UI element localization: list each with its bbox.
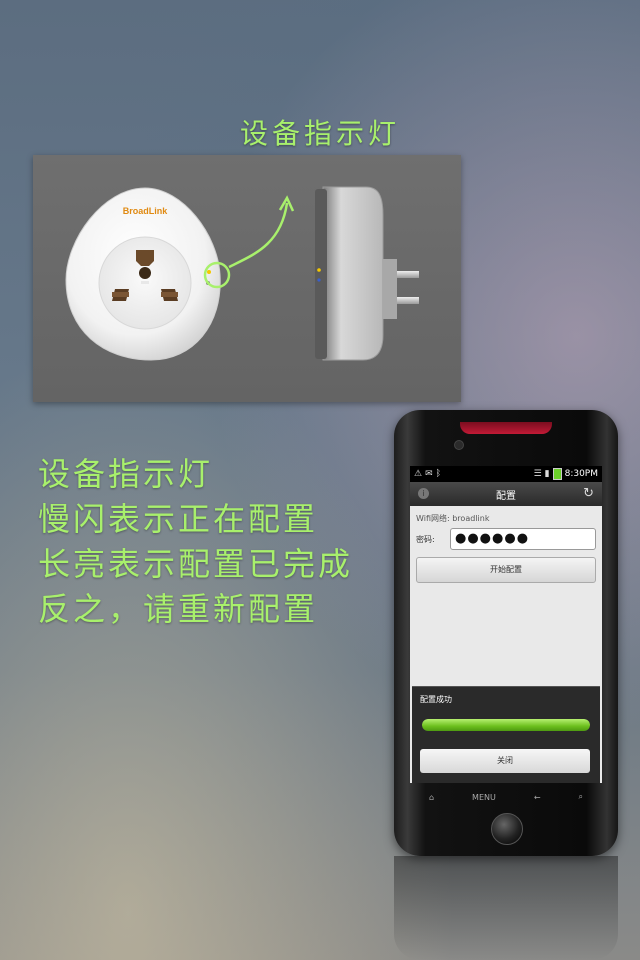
success-dialog: 配置成功 关闭	[412, 686, 600, 783]
progress-bar	[422, 719, 590, 731]
phone-reflection	[394, 856, 618, 960]
info-icon[interactable]: i	[418, 488, 429, 499]
indicator-light-icon	[207, 270, 211, 274]
wifi-network-label: Wifi网络: broadlink	[416, 514, 490, 523]
signal-icon: ▮	[544, 469, 550, 479]
app-title-bar: i 配置 ↻	[410, 482, 602, 506]
mail-icon: ✉	[425, 469, 433, 479]
plug-side-body	[322, 186, 384, 361]
back-icon[interactable]: ←	[534, 793, 541, 802]
speaker-grille	[460, 422, 552, 434]
phone-mockup: ⚠ ✉ ᛒ ☰ ▮ 8:30PM i 配置 ↻ Wifi网络: broadlin…	[394, 410, 618, 856]
hardware-nav-keys: ⌂ MENU ← ⌕	[410, 790, 602, 804]
password-input[interactable]: ●●●●●●	[450, 528, 596, 550]
instruction-line: 长亮表示配置已完成	[38, 545, 354, 583]
smart-plug-illustration: BroadLink	[65, 186, 419, 361]
phone-screen: ⚠ ✉ ᛒ ☰ ▮ 8:30PM i 配置 ↻ Wifi网络: broadlin…	[410, 466, 602, 783]
password-row: 密码: ●●●●●●	[416, 528, 596, 550]
device-photo: BroadLink	[33, 155, 461, 402]
instruction-text: 设备指示灯 慢闪表示正在配置 长亮表示配置已完成 反之，请重新配置	[38, 452, 353, 632]
page-title: 设备指示灯	[239, 117, 400, 150]
arrow-curve	[228, 202, 289, 269]
camera-icon	[454, 440, 464, 450]
status-time: 8:30PM	[564, 469, 598, 479]
battery-icon	[552, 468, 562, 480]
instruction-line: 慢闪表示正在配置	[38, 500, 319, 538]
close-button[interactable]: 关闭	[420, 749, 590, 773]
plug-pin-bottom	[397, 297, 419, 304]
start-config-button[interactable]: 开始配置	[416, 557, 596, 583]
dialog-title: 配置成功	[420, 695, 452, 704]
home-icon[interactable]: ⌂	[429, 793, 434, 802]
wifi-icon: ☰	[533, 469, 542, 479]
app-title: 配置	[496, 490, 516, 502]
instruction-line: 设备指示灯	[38, 455, 214, 493]
password-label: 密码:	[416, 534, 435, 544]
bluetooth-icon: ᛒ	[435, 469, 442, 479]
refresh-icon[interactable]: ↻	[583, 486, 594, 501]
brand-logo: BroadLink	[123, 206, 168, 216]
search-icon[interactable]: ⌕	[579, 792, 583, 802]
menu-key[interactable]: MENU	[472, 793, 496, 802]
plug-pin-top	[397, 271, 419, 278]
trackball[interactable]	[491, 813, 523, 845]
instruction-line: 反之，请重新配置	[38, 590, 319, 628]
plug-side-edge	[315, 189, 327, 359]
config-form: Wifi网络: broadlink 密码: ●●●●●● 开始配置	[410, 506, 602, 583]
status-bar: ⚠ ✉ ᛒ ☰ ▮ 8:30PM	[410, 466, 602, 482]
warning-icon: ⚠	[414, 469, 423, 479]
progress-fill	[422, 719, 590, 731]
